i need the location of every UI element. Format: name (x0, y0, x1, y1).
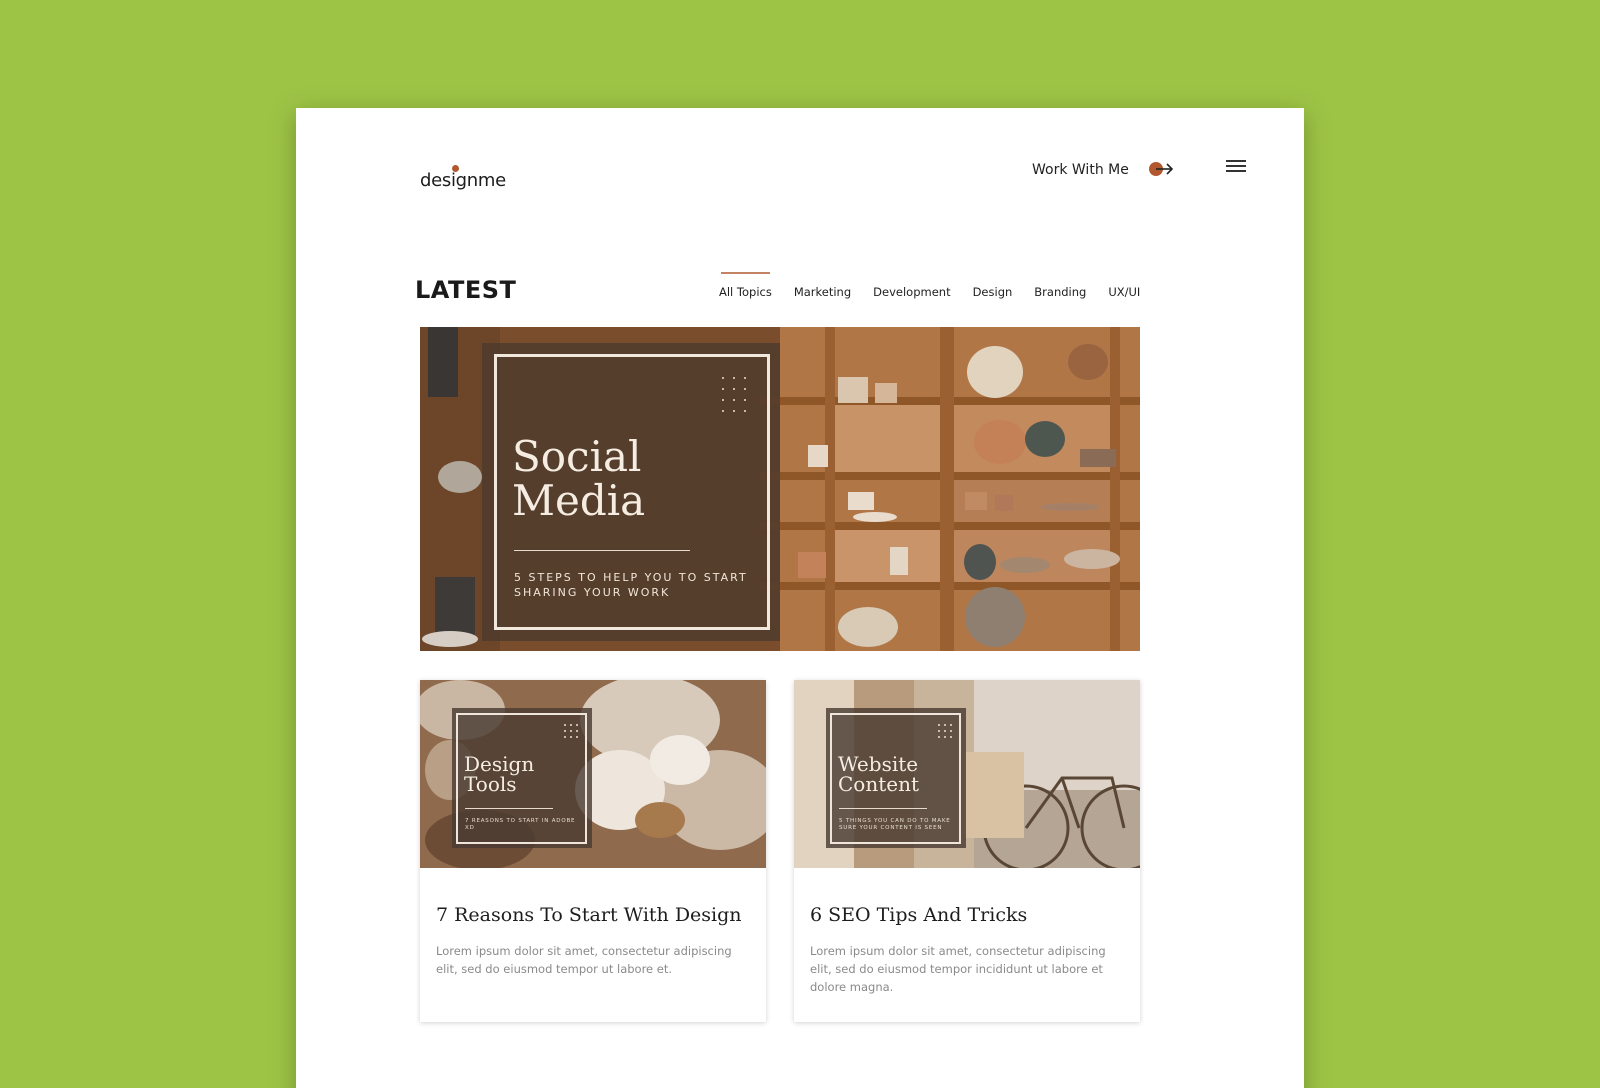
logo-text: designme (420, 170, 506, 191)
hero-subtitle: 5 STEPS TO HELP YOU TO START SHARING YOU… (514, 571, 748, 599)
card-image-divider (839, 808, 927, 809)
decorative-dots-icon (938, 724, 952, 738)
card-image-title: Website Content (838, 752, 920, 796)
tab-ux-ui[interactable]: UX/UI (1108, 285, 1140, 299)
card-image-subtitle: 7 REASONS TO START IN ADOBE XD (465, 818, 576, 831)
post-excerpt: Lorem ipsum dolor sit amet, consectetur … (810, 944, 1106, 994)
card-image-title: Design Tools (464, 752, 535, 796)
post-card[interactable]: Website Content 5 THINGS YOU CAN DO TO M… (794, 680, 1140, 1022)
post-card[interactable]: Design Tools 7 REASONS TO START IN ADOBE… (420, 680, 766, 1022)
tab-branding[interactable]: Branding (1034, 285, 1086, 299)
arrow-right-icon[interactable] (1148, 160, 1174, 178)
tab-marketing[interactable]: Marketing (794, 285, 851, 299)
hero-divider (514, 550, 690, 551)
tab-all-topics[interactable]: All Topics (719, 272, 772, 299)
blog-page: designme Work With Me LATEST All Topics … (296, 108, 1304, 1088)
hamburger-menu-icon[interactable] (1226, 160, 1246, 176)
hero-title: Social Media (512, 432, 646, 525)
topic-tabs: All Topics Marketing Development Design … (719, 272, 1140, 299)
post-card-image: Design Tools 7 REASONS TO START IN ADOBE… (420, 680, 766, 868)
card-image-divider (465, 808, 553, 809)
card-image-subtitle: 5 THINGS YOU CAN DO TO MAKE SURE YOUR CO… (839, 818, 951, 831)
work-with-me-link[interactable]: Work With Me (1032, 162, 1129, 178)
decorative-dots-icon (564, 724, 578, 738)
tab-development[interactable]: Development (873, 285, 950, 299)
featured-post[interactable]: Social Media 5 STEPS TO HELP YOU TO STAR… (420, 327, 1140, 651)
logo[interactable]: designme (420, 165, 506, 191)
decorative-dots-icon (722, 377, 746, 412)
logo-dot (452, 165, 459, 172)
post-title[interactable]: 7 Reasons To Start With Design (436, 904, 742, 926)
post-title[interactable]: 6 SEO Tips And Tricks (810, 904, 1027, 926)
post-card-image: Website Content 5 THINGS YOU CAN DO TO M… (794, 680, 1140, 868)
post-excerpt: Lorem ipsum dolor sit amet, consectetur … (436, 944, 732, 976)
section-title: LATEST (415, 276, 517, 304)
tab-design[interactable]: Design (973, 285, 1013, 299)
